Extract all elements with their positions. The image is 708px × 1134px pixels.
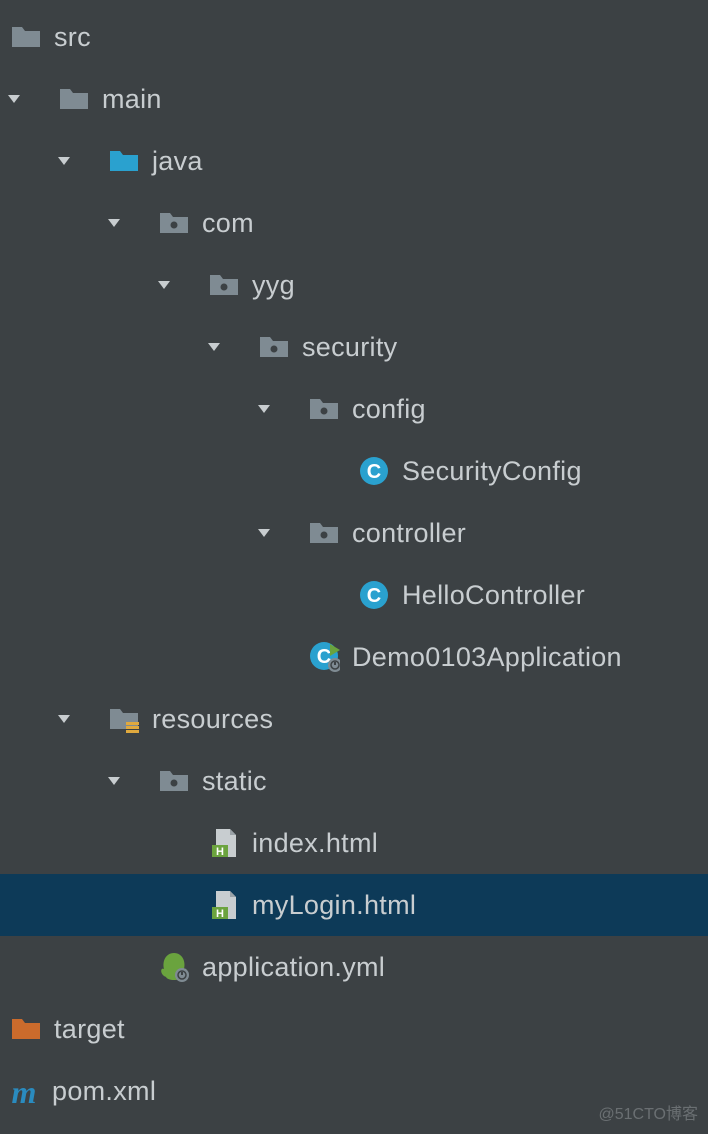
tree-item-main[interactable]: main: [0, 68, 708, 130]
tree-label: index.html: [252, 828, 378, 859]
tree-item-mylogin-html[interactable]: myLogin.html: [0, 874, 708, 936]
tree-item-src[interactable]: src: [0, 6, 708, 68]
tree-label: controller: [352, 518, 466, 549]
tree-label: pom.xml: [52, 1076, 156, 1107]
tree-item-application-yml[interactable]: application.yml: [0, 936, 708, 998]
watermark: @51CTO博客: [598, 1100, 698, 1124]
folder-icon: [10, 21, 42, 53]
tree-item-demo-application[interactable]: Demo0103Application: [0, 626, 708, 688]
class-icon: [358, 579, 390, 611]
tree-label: config: [352, 394, 426, 425]
tree-item-target[interactable]: target: [0, 998, 708, 1060]
tree-label: resources: [152, 704, 273, 735]
project-tree: src main java com yyg security: [0, 0, 708, 1122]
package-icon: [158, 765, 190, 797]
tree-label: application.yml: [202, 952, 385, 983]
tree-item-config[interactable]: config: [0, 378, 708, 440]
excluded-folder-icon: [10, 1013, 42, 1045]
package-icon: [258, 331, 290, 363]
tree-item-security[interactable]: security: [0, 316, 708, 378]
chevron-down-icon[interactable]: [54, 153, 74, 169]
tree-item-security-config[interactable]: SecurityConfig: [0, 440, 708, 502]
tree-item-hello-controller[interactable]: HelloController: [0, 564, 708, 626]
chevron-down-icon[interactable]: [4, 91, 24, 107]
tree-label: target: [54, 1014, 125, 1045]
tree-item-java[interactable]: java: [0, 130, 708, 192]
package-icon: [308, 393, 340, 425]
tree-item-static[interactable]: static: [0, 750, 708, 812]
tree-label: main: [102, 84, 162, 115]
chevron-down-icon[interactable]: [154, 277, 174, 293]
tree-item-index-html[interactable]: index.html: [0, 812, 708, 874]
tree-label: Demo0103Application: [352, 642, 622, 673]
tree-label: static: [202, 766, 267, 797]
tree-label: HelloController: [402, 580, 585, 611]
tree-label: SecurityConfig: [402, 456, 582, 487]
package-icon: [208, 269, 240, 301]
class-icon: [358, 455, 390, 487]
chevron-down-icon[interactable]: [254, 401, 274, 417]
source-folder-icon: [108, 145, 140, 177]
chevron-down-icon[interactable]: [104, 773, 124, 789]
tree-label: com: [202, 208, 254, 239]
tree-label: myLogin.html: [252, 890, 416, 921]
tree-label: security: [302, 332, 397, 363]
tree-label: yyg: [252, 270, 295, 301]
tree-label: src: [54, 22, 91, 53]
folder-icon: [58, 83, 90, 115]
spring-config-icon: [158, 951, 190, 983]
tree-item-com[interactable]: com: [0, 192, 708, 254]
tree-label: java: [152, 146, 203, 177]
chevron-down-icon[interactable]: [204, 339, 224, 355]
html-file-icon: [208, 889, 240, 921]
spring-run-icon: [308, 641, 340, 673]
chevron-down-icon[interactable]: [254, 525, 274, 541]
chevron-down-icon[interactable]: [54, 711, 74, 727]
tree-item-yyg[interactable]: yyg: [0, 254, 708, 316]
package-icon: [158, 207, 190, 239]
package-icon: [308, 517, 340, 549]
html-file-icon: [208, 827, 240, 859]
chevron-down-icon[interactable]: [104, 215, 124, 231]
tree-item-controller[interactable]: controller: [0, 502, 708, 564]
maven-icon: [8, 1075, 40, 1107]
resources-folder-icon: [108, 703, 140, 735]
tree-item-resources[interactable]: resources: [0, 688, 708, 750]
